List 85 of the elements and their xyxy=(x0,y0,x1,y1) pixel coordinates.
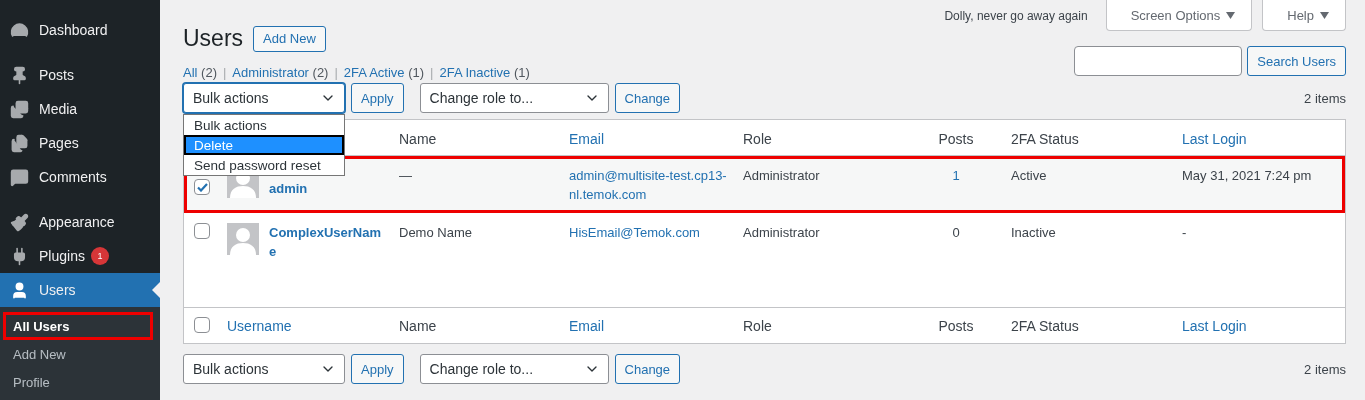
filter-link[interactable]: Administrator (2) xyxy=(232,65,329,80)
sidebar-label: Pages xyxy=(39,135,79,151)
caret-icon xyxy=(1320,11,1329,19)
sidebar-label: Comments xyxy=(39,169,107,185)
search-field[interactable] xyxy=(1074,46,1243,76)
sidebar-label: Media xyxy=(39,101,78,117)
bulk-actions-select[interactable]: Bulk actions xyxy=(183,354,345,384)
hello-dolly-text: Dolly, never go away again xyxy=(944,8,1088,23)
speech-bubble-icon xyxy=(10,167,29,187)
filter-link[interactable]: 2FA Active (1) xyxy=(343,65,425,80)
column-header[interactable]: Last Login xyxy=(1172,130,1345,149)
change-role-select[interactable]: Change role to... xyxy=(419,83,609,113)
screen-tab-button[interactable]: Help xyxy=(1262,0,1346,31)
sidebar-item[interactable]: Plugins 1 xyxy=(0,239,160,273)
table-cell-text: Administrator xyxy=(742,167,821,185)
column-header: Name xyxy=(398,317,438,336)
sidebar-item[interactable]: Media xyxy=(0,92,160,126)
sidebar-label: Appearance xyxy=(39,214,115,230)
table-cell-text: — xyxy=(398,167,413,185)
checkbox[interactable] xyxy=(194,223,210,239)
item-count: 2 items xyxy=(1304,90,1346,106)
change-button[interactable]: Change xyxy=(614,354,681,384)
sidebar-item[interactable]: Dashboard xyxy=(0,13,160,47)
images-icon xyxy=(10,99,29,119)
count-badge: 1 xyxy=(90,247,109,265)
table-cell-text: Active xyxy=(1010,167,1048,185)
checkbox[interactable] xyxy=(194,179,210,195)
pushpin-icon xyxy=(10,65,29,85)
sidebar-label: Plugins xyxy=(39,248,85,264)
sidebar-item[interactable]: Appearance xyxy=(0,205,160,239)
posts-count: 0 xyxy=(951,224,961,242)
user-icon xyxy=(10,280,29,300)
separator: | xyxy=(334,65,338,80)
check-icon xyxy=(196,182,208,192)
username-link[interactable]: ComplexUserName xyxy=(269,223,381,261)
pages-icon xyxy=(10,133,29,153)
page-title: Users xyxy=(183,25,244,52)
sidebar-label: Users xyxy=(39,282,76,298)
sidebar-item[interactable]: Comments xyxy=(0,160,160,194)
screen-tab-button[interactable]: Screen Options xyxy=(1105,0,1253,31)
email-link[interactable]: HisEmail@Temok.com xyxy=(559,223,733,242)
checkbox[interactable] xyxy=(194,317,210,333)
sidebar-item[interactable]: Posts xyxy=(0,58,160,92)
table-cell-text: May 31, 2021 7:24 pm xyxy=(1181,167,1313,185)
column-header: Name xyxy=(398,130,438,149)
table-cell-text: Administrator xyxy=(742,224,821,242)
column-header: Posts xyxy=(937,130,975,149)
change-button[interactable]: Change xyxy=(614,83,681,113)
filter-link[interactable]: All (2) xyxy=(183,65,217,80)
column-header[interactable]: Username xyxy=(217,317,389,336)
apply-button[interactable]: Apply xyxy=(351,83,404,113)
caret-icon xyxy=(1226,11,1236,19)
search-users-button[interactable]: Search Users xyxy=(1247,46,1346,76)
sidebar-label: Dashboard xyxy=(39,22,108,38)
sidebar-item[interactable]: Users xyxy=(0,273,160,307)
column-header: Role xyxy=(742,317,773,336)
sidebar-label: Posts xyxy=(39,67,74,83)
submenu-item[interactable]: Add New xyxy=(3,340,153,368)
table-cell-text: Demo Name xyxy=(398,224,473,242)
sidebar-item[interactable]: Pages xyxy=(0,126,160,160)
filter-link[interactable]: 2FA Inactive (1) xyxy=(439,65,530,80)
column-header: 2FA Status xyxy=(1010,317,1080,336)
separator: | xyxy=(222,65,227,80)
column-header[interactable]: Last Login xyxy=(1172,317,1345,336)
bulk-actions-select[interactable]: Bulk actions xyxy=(183,83,345,113)
change-role-select[interactable]: Change role to... xyxy=(419,354,609,384)
apply-button[interactable]: Apply xyxy=(351,354,404,384)
table-cell-text: - xyxy=(1181,224,1188,242)
submenu-item[interactable]: All Users xyxy=(3,312,153,340)
column-header[interactable]: Email xyxy=(559,317,733,336)
column-header: Role xyxy=(742,130,773,149)
item-count: 2 items xyxy=(1304,361,1346,377)
column-header: 2FA Status xyxy=(1010,130,1080,149)
username-link[interactable]: admin xyxy=(269,179,381,198)
posts-count[interactable]: 1 xyxy=(901,166,1001,185)
paintbrush-icon xyxy=(10,212,29,232)
add-new-button[interactable]: Add New xyxy=(253,25,326,52)
current-pointer-icon xyxy=(152,282,160,298)
avatar-icon xyxy=(227,223,259,255)
email-link[interactable]: admin@multisite-test.cp13-nl.temok.com xyxy=(559,166,733,204)
separator: | xyxy=(430,65,434,80)
table-cell-text: Inactive xyxy=(1010,224,1057,242)
column-header: Posts xyxy=(937,317,975,336)
column-header[interactable]: Email xyxy=(559,130,733,149)
submenu-item[interactable]: Profile xyxy=(3,368,153,396)
